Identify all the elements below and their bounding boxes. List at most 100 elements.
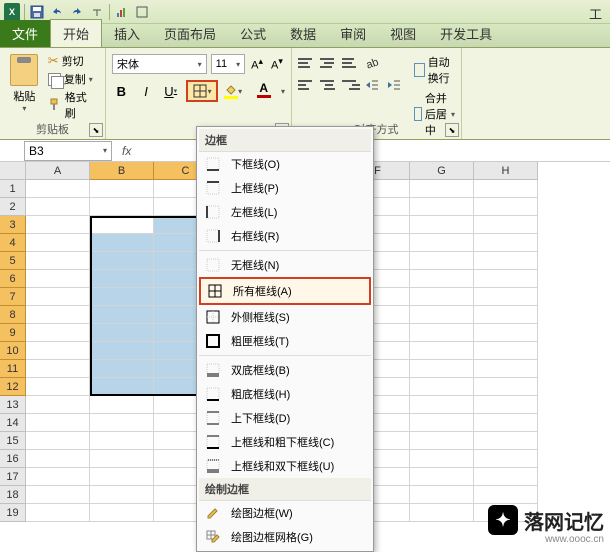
cell[interactable] [26,486,90,504]
cell[interactable] [410,486,474,504]
cell[interactable] [26,432,90,450]
font-size-selector[interactable]: 11 ▾ [211,54,245,74]
align-center-button[interactable] [320,76,338,94]
border-outside-item[interactable]: 外侧框线(S) [199,305,371,329]
row-header[interactable]: 5 [0,252,26,270]
align-left-button[interactable] [298,76,316,94]
col-header[interactable]: H [474,162,538,180]
cell[interactable] [26,270,90,288]
cell[interactable] [410,450,474,468]
cell[interactable] [26,360,90,378]
cell[interactable] [410,342,474,360]
cell[interactable] [90,252,154,270]
tab-review[interactable]: 审阅 [328,20,378,47]
cell[interactable] [474,396,538,414]
border-right-item[interactable]: 右框线(R) [199,224,371,248]
increase-indent-button[interactable] [386,76,404,94]
cell[interactable] [26,216,90,234]
cell[interactable] [26,504,90,522]
font-name-selector[interactable]: 宋体 ▾ [112,54,207,74]
align-right-button[interactable] [342,76,360,94]
border-top-item[interactable]: 上框线(P) [199,176,371,200]
orientation-button[interactable]: ab [364,54,382,72]
cell[interactable] [26,450,90,468]
row-header[interactable]: 15 [0,432,26,450]
cell[interactable] [410,396,474,414]
row-header[interactable]: 14 [0,414,26,432]
cell[interactable] [474,378,538,396]
cell[interactable] [26,324,90,342]
customize-qat-icon[interactable] [89,4,105,20]
redo-icon[interactable] [69,4,85,20]
row-header[interactable]: 1 [0,180,26,198]
cell[interactable] [26,396,90,414]
row-header[interactable]: 10 [0,342,26,360]
align-bottom-button[interactable] [342,54,360,72]
border-thickbottom-item[interactable]: 粗底框线(H) [199,382,371,406]
row-header[interactable]: 18 [0,486,26,504]
align-top-button[interactable] [298,54,316,72]
cell[interactable] [26,378,90,396]
cell[interactable] [410,306,474,324]
border-none-item[interactable]: 无框线(N) [199,253,371,277]
italic-button[interactable]: I [137,81,156,101]
tab-pagelayout[interactable]: 页面布局 [152,20,228,47]
cell[interactable] [90,306,154,324]
cell[interactable] [474,216,538,234]
cell[interactable] [410,360,474,378]
cell[interactable] [90,288,154,306]
cell[interactable] [90,396,154,414]
save-icon[interactable] [29,4,45,20]
underline-button[interactable]: U▾ [161,81,180,101]
font-color-button[interactable]: A [253,81,275,101]
row-header[interactable]: 11 [0,360,26,378]
border-topthickbottom-item[interactable]: 上框线和粗下框线(C) [199,430,371,454]
cell[interactable] [90,216,154,234]
col-header[interactable]: B [90,162,154,180]
row-header[interactable]: 16 [0,450,26,468]
row-header[interactable]: 13 [0,396,26,414]
border-topdblbottom-item[interactable]: 上框线和双下框线(U) [199,454,371,478]
cell[interactable] [410,288,474,306]
row-header[interactable]: 8 [0,306,26,324]
decrease-indent-button[interactable] [364,76,382,94]
cell[interactable] [410,198,474,216]
cell[interactable] [90,486,154,504]
cell[interactable] [474,288,538,306]
cell[interactable] [26,288,90,306]
cell[interactable] [410,252,474,270]
cell[interactable] [90,180,154,198]
row-header[interactable]: 17 [0,468,26,486]
cell[interactable] [26,342,90,360]
cell[interactable] [90,504,154,522]
cell[interactable] [26,468,90,486]
border-topbottom-item[interactable]: 上下框线(D) [199,406,371,430]
cell[interactable] [474,234,538,252]
cell[interactable] [474,468,538,486]
tab-insert[interactable]: 插入 [102,20,152,47]
paste-button[interactable]: 粘贴 ▾ [6,52,43,118]
excel-app-icon[interactable]: X [4,4,20,20]
border-bottomdbl-item[interactable]: 双底框线(B) [199,358,371,382]
cell[interactable] [474,342,538,360]
cell[interactable] [26,198,90,216]
cell[interactable] [90,234,154,252]
border-left-item[interactable]: 左框线(L) [199,200,371,224]
draw-border-item[interactable]: 绘图边框(W) [199,501,371,525]
cell[interactable] [26,234,90,252]
border-thickbox-item[interactable]: 粗匣框线(T) [199,329,371,353]
row-header[interactable]: 19 [0,504,26,522]
cell[interactable] [26,252,90,270]
cell[interactable] [474,432,538,450]
tab-developer[interactable]: 开发工具 [428,20,504,47]
cell[interactable] [90,342,154,360]
cut-button[interactable]: ✂ 剪切 [45,52,99,70]
cell[interactable] [410,324,474,342]
col-header[interactable]: G [410,162,474,180]
cell[interactable] [474,324,538,342]
cell[interactable] [90,270,154,288]
cell[interactable] [410,378,474,396]
cell[interactable] [410,216,474,234]
cell[interactable] [410,468,474,486]
cell[interactable] [474,180,538,198]
